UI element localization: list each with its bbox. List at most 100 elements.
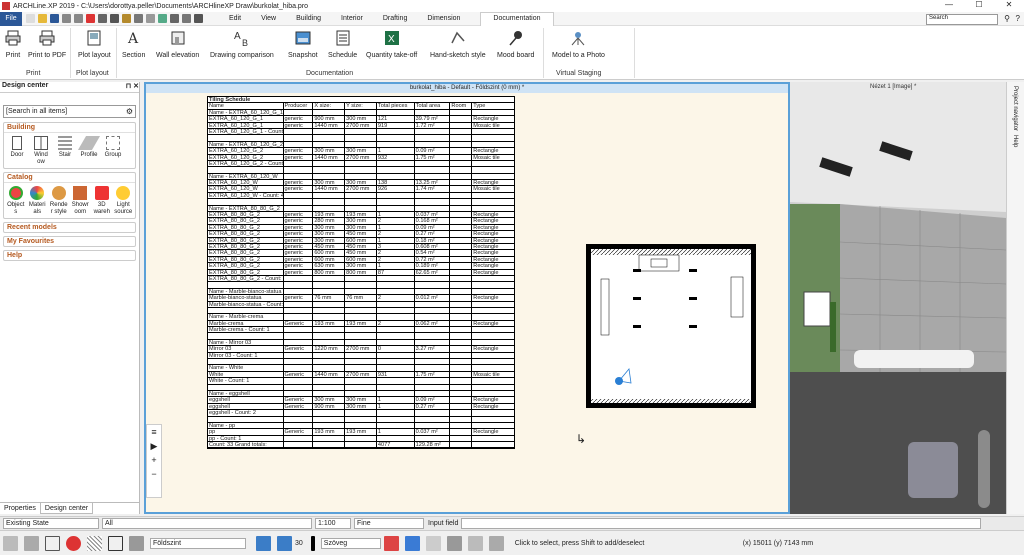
play-icon[interactable]: ▶ bbox=[147, 439, 161, 453]
tab-project-navigator[interactable]: Project navigator bbox=[1012, 86, 1018, 131]
quantity-take-off-button[interactable]: X Quantity take-off bbox=[366, 29, 417, 59]
new-icon[interactable] bbox=[26, 14, 35, 23]
file-menu-button[interactable]: File bbox=[0, 11, 22, 26]
zoom-out-icon[interactable]: − bbox=[147, 467, 161, 481]
design-center-search[interactable]: [Search in all items] ⚙ bbox=[3, 105, 136, 118]
measure-icon[interactable] bbox=[182, 14, 191, 23]
close-icon[interactable]: ✕ bbox=[994, 0, 1024, 9]
wall-icon[interactable] bbox=[134, 14, 143, 23]
polyline-icon[interactable] bbox=[488, 535, 504, 551]
grid-settings-icon[interactable] bbox=[24, 535, 39, 551]
table-cell: 3 bbox=[377, 243, 415, 250]
magnet-icon[interactable] bbox=[66, 535, 81, 551]
transform-icon[interactable] bbox=[129, 535, 144, 551]
navigation-cube[interactable] bbox=[908, 442, 958, 498]
catalog-category-header[interactable]: Catalog bbox=[4, 173, 135, 183]
settings-icon[interactable]: ⚙ bbox=[126, 107, 133, 116]
tab-drafting[interactable]: Drafting bbox=[383, 15, 408, 22]
wall-elevation-button[interactable]: Wall elevation bbox=[156, 29, 199, 59]
arrow-down-icon[interactable] bbox=[277, 535, 292, 551]
tab-properties[interactable]: Properties bbox=[0, 503, 40, 514]
scale-select[interactable]: 1:100 bbox=[315, 518, 351, 529]
model-to-photo-button[interactable]: Model to a Photo bbox=[552, 29, 605, 59]
table-cell bbox=[450, 269, 473, 275]
list-icon[interactable]: ≡ bbox=[147, 425, 161, 439]
search-icon[interactable]: ⚲ bbox=[1004, 14, 1010, 23]
line-style-select[interactable]: Fine bbox=[354, 518, 424, 529]
arrow-up-icon[interactable] bbox=[256, 535, 271, 551]
layers-icon[interactable] bbox=[158, 14, 167, 23]
frame-icon[interactable] bbox=[45, 535, 60, 551]
dimension-icon[interactable] bbox=[467, 535, 483, 551]
tab-design-center[interactable]: Design center bbox=[39, 503, 94, 514]
floor-select[interactable]: Földszint bbox=[150, 537, 246, 549]
render-window[interactable]: Nézet 1 [Image] * bbox=[790, 82, 1006, 514]
tab-interior[interactable]: Interior bbox=[341, 15, 363, 22]
print-to-pdf-button[interactable]: Print to PDF bbox=[28, 29, 66, 59]
tab-edit[interactable]: Edit bbox=[229, 15, 241, 22]
snapshot-button[interactable]: Snapshot bbox=[288, 29, 318, 59]
building-category-header[interactable]: Building bbox=[4, 123, 135, 133]
door-item[interactable]: Door bbox=[6, 135, 28, 166]
camera-icon[interactable] bbox=[194, 14, 203, 23]
schedule-button[interactable]: Schedule bbox=[328, 29, 357, 59]
light-source-item[interactable]: Light source bbox=[114, 185, 134, 216]
my-favourites-link[interactable]: My Favourites bbox=[3, 236, 136, 247]
profile-item[interactable]: Profile bbox=[77, 135, 101, 166]
redo-icon[interactable] bbox=[74, 14, 83, 23]
recent-models-link[interactable]: Recent models bbox=[3, 222, 136, 233]
tab-documentation[interactable]: Documentation bbox=[480, 11, 554, 26]
favorite-icon[interactable] bbox=[86, 14, 95, 23]
text-tool-icon[interactable] bbox=[425, 535, 441, 551]
eraser-icon[interactable] bbox=[383, 535, 399, 551]
zoom-in-icon[interactable]: + bbox=[147, 453, 161, 467]
tiling-schedule-table[interactable]: Tiling Schedule Name Producer X size: Y … bbox=[207, 96, 515, 450]
hatch-icon[interactable] bbox=[87, 535, 102, 551]
all-select[interactable]: All bbox=[102, 518, 312, 529]
objects-item[interactable]: Object s bbox=[6, 185, 26, 216]
save-icon[interactable] bbox=[50, 14, 59, 23]
select-icon[interactable] bbox=[170, 14, 179, 23]
print-button[interactable]: Print bbox=[4, 29, 22, 59]
tab-dimension[interactable]: Dimension bbox=[427, 15, 460, 22]
3d-warehouse-item[interactable]: 3D wareh bbox=[92, 185, 112, 216]
render-style-item[interactable]: Rende r style bbox=[49, 185, 69, 216]
fill-icon[interactable] bbox=[404, 535, 420, 551]
maximize-icon[interactable]: ☐ bbox=[964, 0, 994, 9]
minimize-icon[interactable]: — bbox=[934, 0, 964, 9]
select-window-icon[interactable] bbox=[108, 535, 123, 551]
zoom-slider[interactable] bbox=[978, 430, 990, 508]
line-icon[interactable] bbox=[146, 14, 155, 23]
section-button[interactable]: A Section bbox=[122, 29, 145, 59]
help-icon[interactable]: ? bbox=[1016, 14, 1020, 23]
help-link[interactable]: Help bbox=[3, 250, 136, 261]
showroom-item[interactable]: Showr oom bbox=[71, 185, 91, 216]
tab-help[interactable]: Help bbox=[1012, 135, 1018, 147]
open-icon[interactable] bbox=[38, 14, 47, 23]
input-field[interactable] bbox=[461, 518, 982, 529]
pin-icon[interactable]: ⊓ ✕ bbox=[126, 82, 139, 92]
plot-layout-button[interactable]: Plot layout bbox=[78, 29, 111, 59]
tab-view[interactable]: View bbox=[261, 15, 276, 22]
pointer-icon[interactable] bbox=[110, 14, 119, 23]
line-weight-icon[interactable] bbox=[310, 535, 315, 551]
hand-sketch-style-button[interactable]: Hand-sketch style bbox=[430, 29, 486, 59]
materials-item[interactable]: Materi als bbox=[28, 185, 48, 216]
undo-icon[interactable] bbox=[62, 14, 71, 23]
view-icon[interactable] bbox=[98, 14, 107, 23]
window-item[interactable]: Wind ow bbox=[30, 135, 52, 166]
tab-building[interactable]: Building bbox=[296, 15, 321, 22]
text-style-select[interactable]: Szöveg bbox=[320, 537, 381, 549]
pencil-icon[interactable] bbox=[446, 535, 462, 551]
snap-icon[interactable] bbox=[3, 535, 18, 551]
stair-item[interactable]: Stair bbox=[54, 135, 76, 166]
pen-number[interactable]: 30 bbox=[295, 540, 303, 547]
layer-state-select[interactable]: Existing State bbox=[3, 518, 99, 529]
floor-plan-drawing[interactable] bbox=[586, 244, 756, 408]
search-input[interactable]: Search bbox=[926, 14, 998, 25]
table-row[interactable]: Count: 33 Grand totals: 4077 129.28 m² bbox=[208, 442, 514, 449]
paint-icon[interactable] bbox=[122, 14, 131, 23]
group-item[interactable]: Group bbox=[102, 135, 124, 166]
drawing-comparison-button[interactable]: AB Drawing comparison bbox=[210, 29, 274, 59]
mood-board-button[interactable]: Mood board bbox=[497, 29, 534, 59]
